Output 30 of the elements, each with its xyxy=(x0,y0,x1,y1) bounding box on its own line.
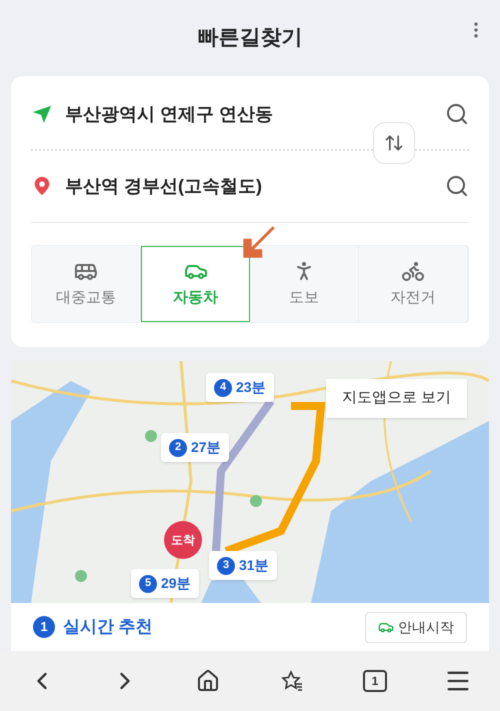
origin-field[interactable]: 부산광역시 연제구 연산동 xyxy=(65,100,433,128)
swap-button[interactable] xyxy=(373,122,415,164)
page-title: 빠른길찾기 xyxy=(198,25,302,52)
map-view[interactable]: 4 23분 2 27분 도착 3 31분 5 29분 지도앱으로 보기 xyxy=(11,361,489,603)
route-time-badge[interactable]: 4 23분 xyxy=(206,373,274,402)
route-time: 29분 xyxy=(161,574,191,593)
route-time-badge[interactable]: 3 31분 xyxy=(209,551,277,580)
travel-mode-tab[interactable]: 자동차 xyxy=(141,246,250,322)
route-number: 3 xyxy=(217,556,235,574)
travel-mode-tab[interactable]: 자전거 xyxy=(359,246,468,322)
home-icon[interactable] xyxy=(196,669,220,693)
route-number: 2 xyxy=(169,438,187,456)
start-guide-button[interactable]: 안내시작 xyxy=(365,612,467,642)
route-time-badge[interactable]: 5 29분 xyxy=(131,569,199,598)
search-icon[interactable] xyxy=(445,174,469,198)
open-map-app-button[interactable]: 지도앱으로 보기 xyxy=(326,379,467,418)
route-title: 실시간 추천 xyxy=(63,616,153,638)
route-number: 1 xyxy=(33,616,55,638)
route-time-badge[interactable]: 2 27분 xyxy=(161,433,229,462)
destination-field[interactable]: 부산역 경부선(고속철도) xyxy=(65,172,433,200)
bookmark-star-icon[interactable] xyxy=(280,669,304,693)
route-number: 5 xyxy=(139,574,157,592)
search-icon[interactable] xyxy=(445,102,469,126)
route-time: 31분 xyxy=(239,556,269,575)
location-arrow-icon xyxy=(31,103,53,125)
tabs-button[interactable]: 1 xyxy=(362,670,387,692)
route-time: 23분 xyxy=(236,378,266,397)
swap-icon xyxy=(384,133,404,153)
route-number: 4 xyxy=(214,378,232,396)
route-time: 27분 xyxy=(191,438,221,457)
